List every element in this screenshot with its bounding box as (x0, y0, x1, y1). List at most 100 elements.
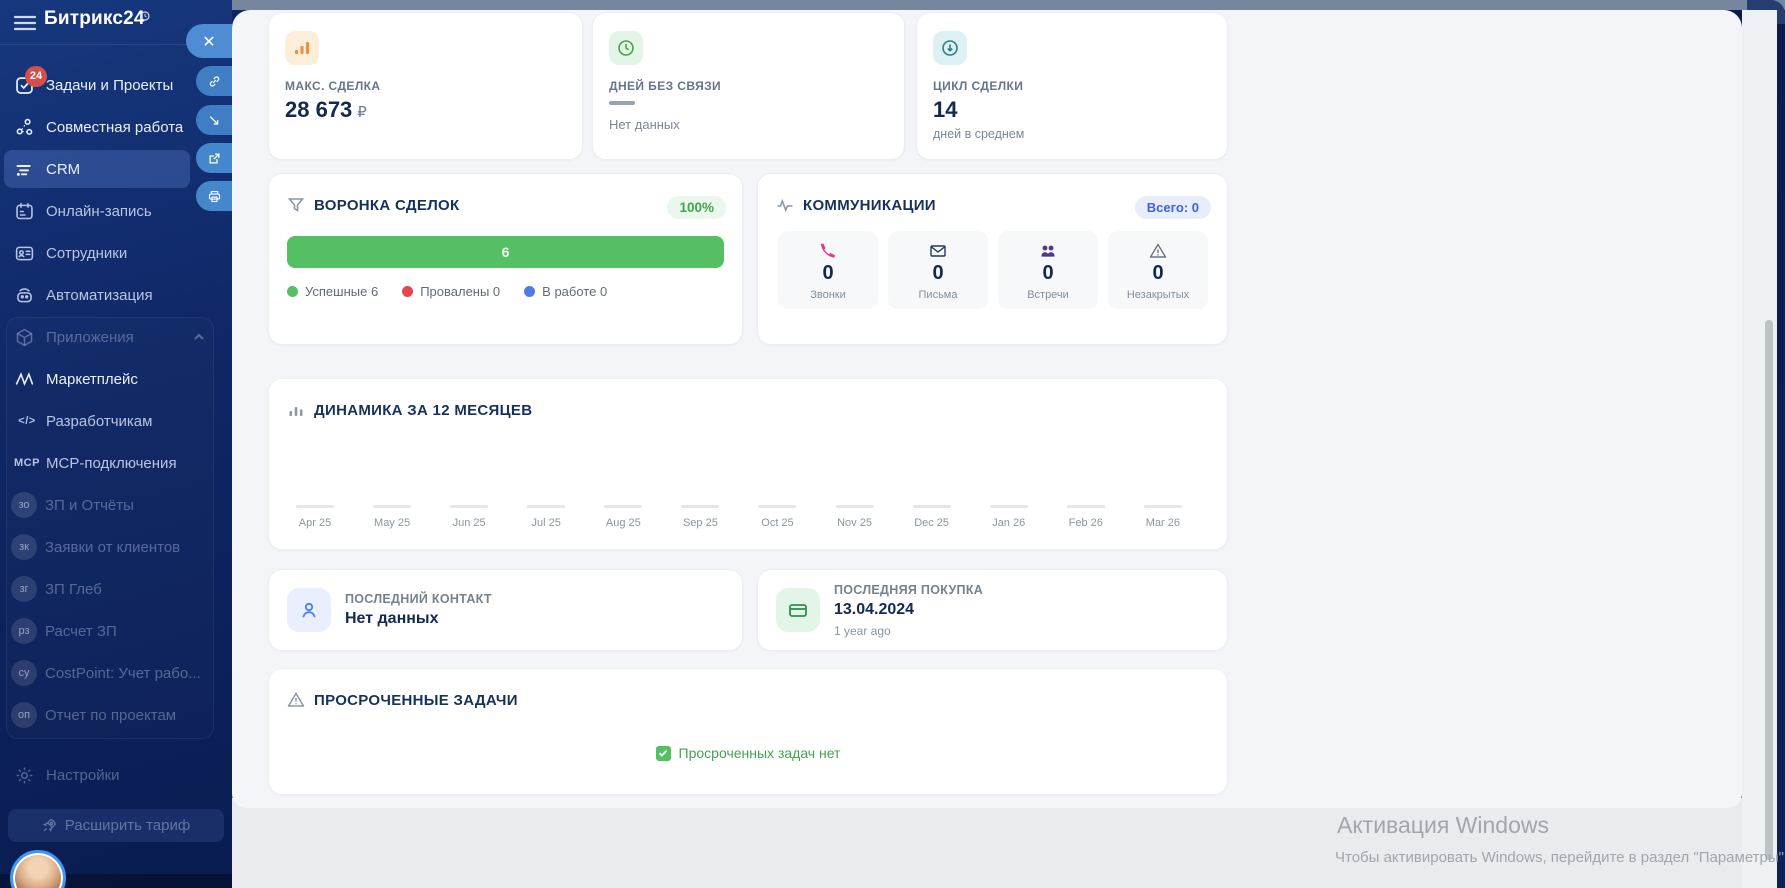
sidebar-item-label: Настройки (46, 766, 120, 784)
printer-icon (208, 190, 220, 202)
stat-label: ЦИКЛ СДЕЛКИ (933, 79, 1024, 93)
sidebar-item-label: Совместная работа (46, 118, 184, 136)
sidebar-item-developers[interactable]: </> Разработчикам (0, 400, 232, 442)
chevron-up-icon (192, 330, 206, 344)
empty-text: Нет данных (609, 117, 680, 132)
overdue-tasks-card: ПРОСРОЧЕННЫЕ ЗАДАЧИ Просроченных задач н… (268, 668, 1228, 795)
sidebar-item-client-requests[interactable]: зк Заявки от клиентов (0, 526, 232, 568)
sidebar-item-apps[interactable]: Приложения (0, 316, 232, 358)
bitrix24-logo[interactable]: Битрикс24 (44, 8, 145, 30)
upgrade-plan-label: Расширить тариф (64, 817, 191, 834)
sidebar-item-mcp[interactable]: MCP MCP-подключения (0, 442, 232, 484)
stat-value: 14 (933, 97, 958, 122)
sidebar-item-project-report[interactable]: оп Отчет по проектам (0, 694, 232, 736)
pulse-icon (776, 196, 794, 214)
dynamics-chart-card: ДИНАМИКА ЗА 12 МЕСЯЦЕВ Apr 25 May 25 Jun… (268, 378, 1228, 550)
bar-chart-icon (285, 31, 319, 65)
app-initials-badge: су (11, 660, 37, 686)
axis-tick: Dec 25 (904, 505, 960, 529)
card-title: ПРОСРОЧЕННЫЕ ЗАДАЧИ (314, 691, 518, 709)
warning-triangle-icon (1108, 242, 1208, 260)
red-dot-icon (402, 286, 414, 297)
communications-card: КОММУНИКАЦИИ Всего: 0 0 Звонки 0 Письма (757, 173, 1228, 345)
axis-tick: Jan 26 (981, 505, 1037, 529)
clock-badge-icon (140, 8, 150, 21)
sidebar-item-label: Разработчикам (46, 412, 153, 430)
axis-tick: Jun 25 (441, 505, 497, 529)
app-initials-badge: зо (11, 492, 37, 518)
sidebar-item-automation[interactable]: Автоматизация (0, 274, 232, 316)
empty-dash (609, 101, 635, 105)
sidebar: Битрикс24 24 Задачи и Проекты Совместная… (0, 0, 232, 888)
sidebar-item-label: Отчет по проектам (45, 706, 177, 724)
open-new-window-button[interactable] (196, 143, 232, 173)
window-top-strip (232, 0, 1785, 10)
gear-icon (14, 765, 35, 786)
last-contact-card: ПОСЛЕДНИЙ КОНТАКТ Нет данных (268, 569, 743, 651)
credit-card-icon (776, 588, 820, 632)
collaboration-icon (14, 117, 35, 138)
sidebar-item-zp-reports[interactable]: зо ЗП и Отчёты (0, 484, 232, 526)
mini-label: ПОСЛЕДНЯЯ ПОКУПКА (834, 583, 984, 597)
tile-label: Звонки (810, 289, 846, 301)
crm-icon (14, 159, 35, 180)
chart-x-axis: Apr 25 May 25 Jun 25 Jul 25 Aug 25 Sep 2… (287, 505, 1191, 529)
upgrade-plan-button[interactable]: Расширить тариф (8, 809, 224, 842)
sidebar-item-label: ЗП и Отчёты (45, 496, 134, 514)
tile-label: Незакрытых (1126, 289, 1190, 301)
close-panel-button[interactable]: ✕ (186, 24, 232, 58)
stat-value: 28 673 ₽ (285, 97, 367, 122)
funnel-legend: Успешные 6 Провалены 0 В работе 0 (287, 284, 607, 299)
no-overdue-message: Просроченных задач нет (269, 745, 1227, 761)
sidebar-item-label: Автоматизация (46, 286, 153, 304)
sidebar-item-label: Задачи и Проекты (46, 76, 174, 94)
sidebar-item-zp-gleb[interactable]: зг ЗП Глеб (0, 568, 232, 610)
axis-tick: Jul 25 (518, 505, 574, 529)
axis-tick: Aug 25 (595, 505, 651, 529)
sidebar-item-settings[interactable]: Настройки (0, 754, 232, 796)
sidebar-item-costpoint[interactable]: су CostPoint: Учет рабо... (0, 652, 232, 694)
sidebar-item-label: Онлайн-запись (46, 202, 152, 220)
scrollbar-thumb[interactable] (1765, 320, 1773, 860)
cube-icon (14, 327, 35, 348)
sidebar-item-employees[interactable]: Сотрудники (0, 232, 232, 274)
days-silent-card: ДНЕЙ БЕЗ СВЯЗИ Нет данных (592, 12, 905, 160)
axis-tick: Nov 25 (827, 505, 883, 529)
sidebar-item-label: Приложения (46, 328, 134, 346)
max-deal-card: МАКС. СДЕЛКА 28 673 ₽ (268, 12, 583, 160)
legend-item-success: Успешные 6 (287, 284, 378, 299)
green-dot-icon (287, 286, 298, 297)
sidebar-item-marketplace[interactable]: Маркетплейс (0, 358, 232, 400)
link-icon (209, 75, 219, 87)
axis-tick: Mar 26 (1135, 505, 1191, 529)
tile-label: Письма (918, 289, 958, 301)
axis-tick: Apr 25 (287, 505, 343, 529)
print-button[interactable] (196, 181, 232, 211)
collapse-button[interactable]: ↘ (196, 105, 232, 135)
copy-link-button[interactable] (196, 66, 232, 96)
axis-tick: May 25 (364, 505, 420, 529)
clock-icon (609, 31, 643, 65)
tile-value: 0 (822, 262, 834, 284)
windows-activation-title: Активация Windows (1337, 812, 1549, 838)
legend-item-inprogress: В работе 0 (524, 284, 607, 299)
tile-value: 0 (932, 262, 944, 284)
sidebar-item-label: Маркетплейс (46, 370, 138, 388)
sidebar-item-salary-calc[interactable]: рз Расчет ЗП (0, 610, 232, 652)
blue-dot-icon (524, 286, 536, 297)
funnel-stage-bar[interactable]: 6 (287, 236, 724, 268)
person-icon (287, 588, 331, 632)
legend-item-failed: Провалены 0 (402, 284, 500, 299)
marketplace-wave-icon (14, 369, 35, 390)
tile-label: Встречи (1027, 289, 1069, 301)
app-initials-badge: зк (11, 534, 37, 560)
stat-subtext: дней в среднем (933, 127, 1025, 141)
tile-emails: 0 Письма (888, 231, 988, 309)
robot-icon (14, 285, 35, 306)
mini-value: 13.04.2024 (834, 601, 915, 618)
menu-hamburger-icon[interactable] (13, 15, 37, 31)
warning-triangle-icon (287, 691, 305, 709)
cycle-icon (933, 31, 967, 65)
deal-funnel-card: ВОРОНКА СДЕЛОК 100% 6 Успешные 6 Провале… (268, 173, 743, 345)
sidebar-item-label: MCP-подключения (46, 454, 177, 472)
